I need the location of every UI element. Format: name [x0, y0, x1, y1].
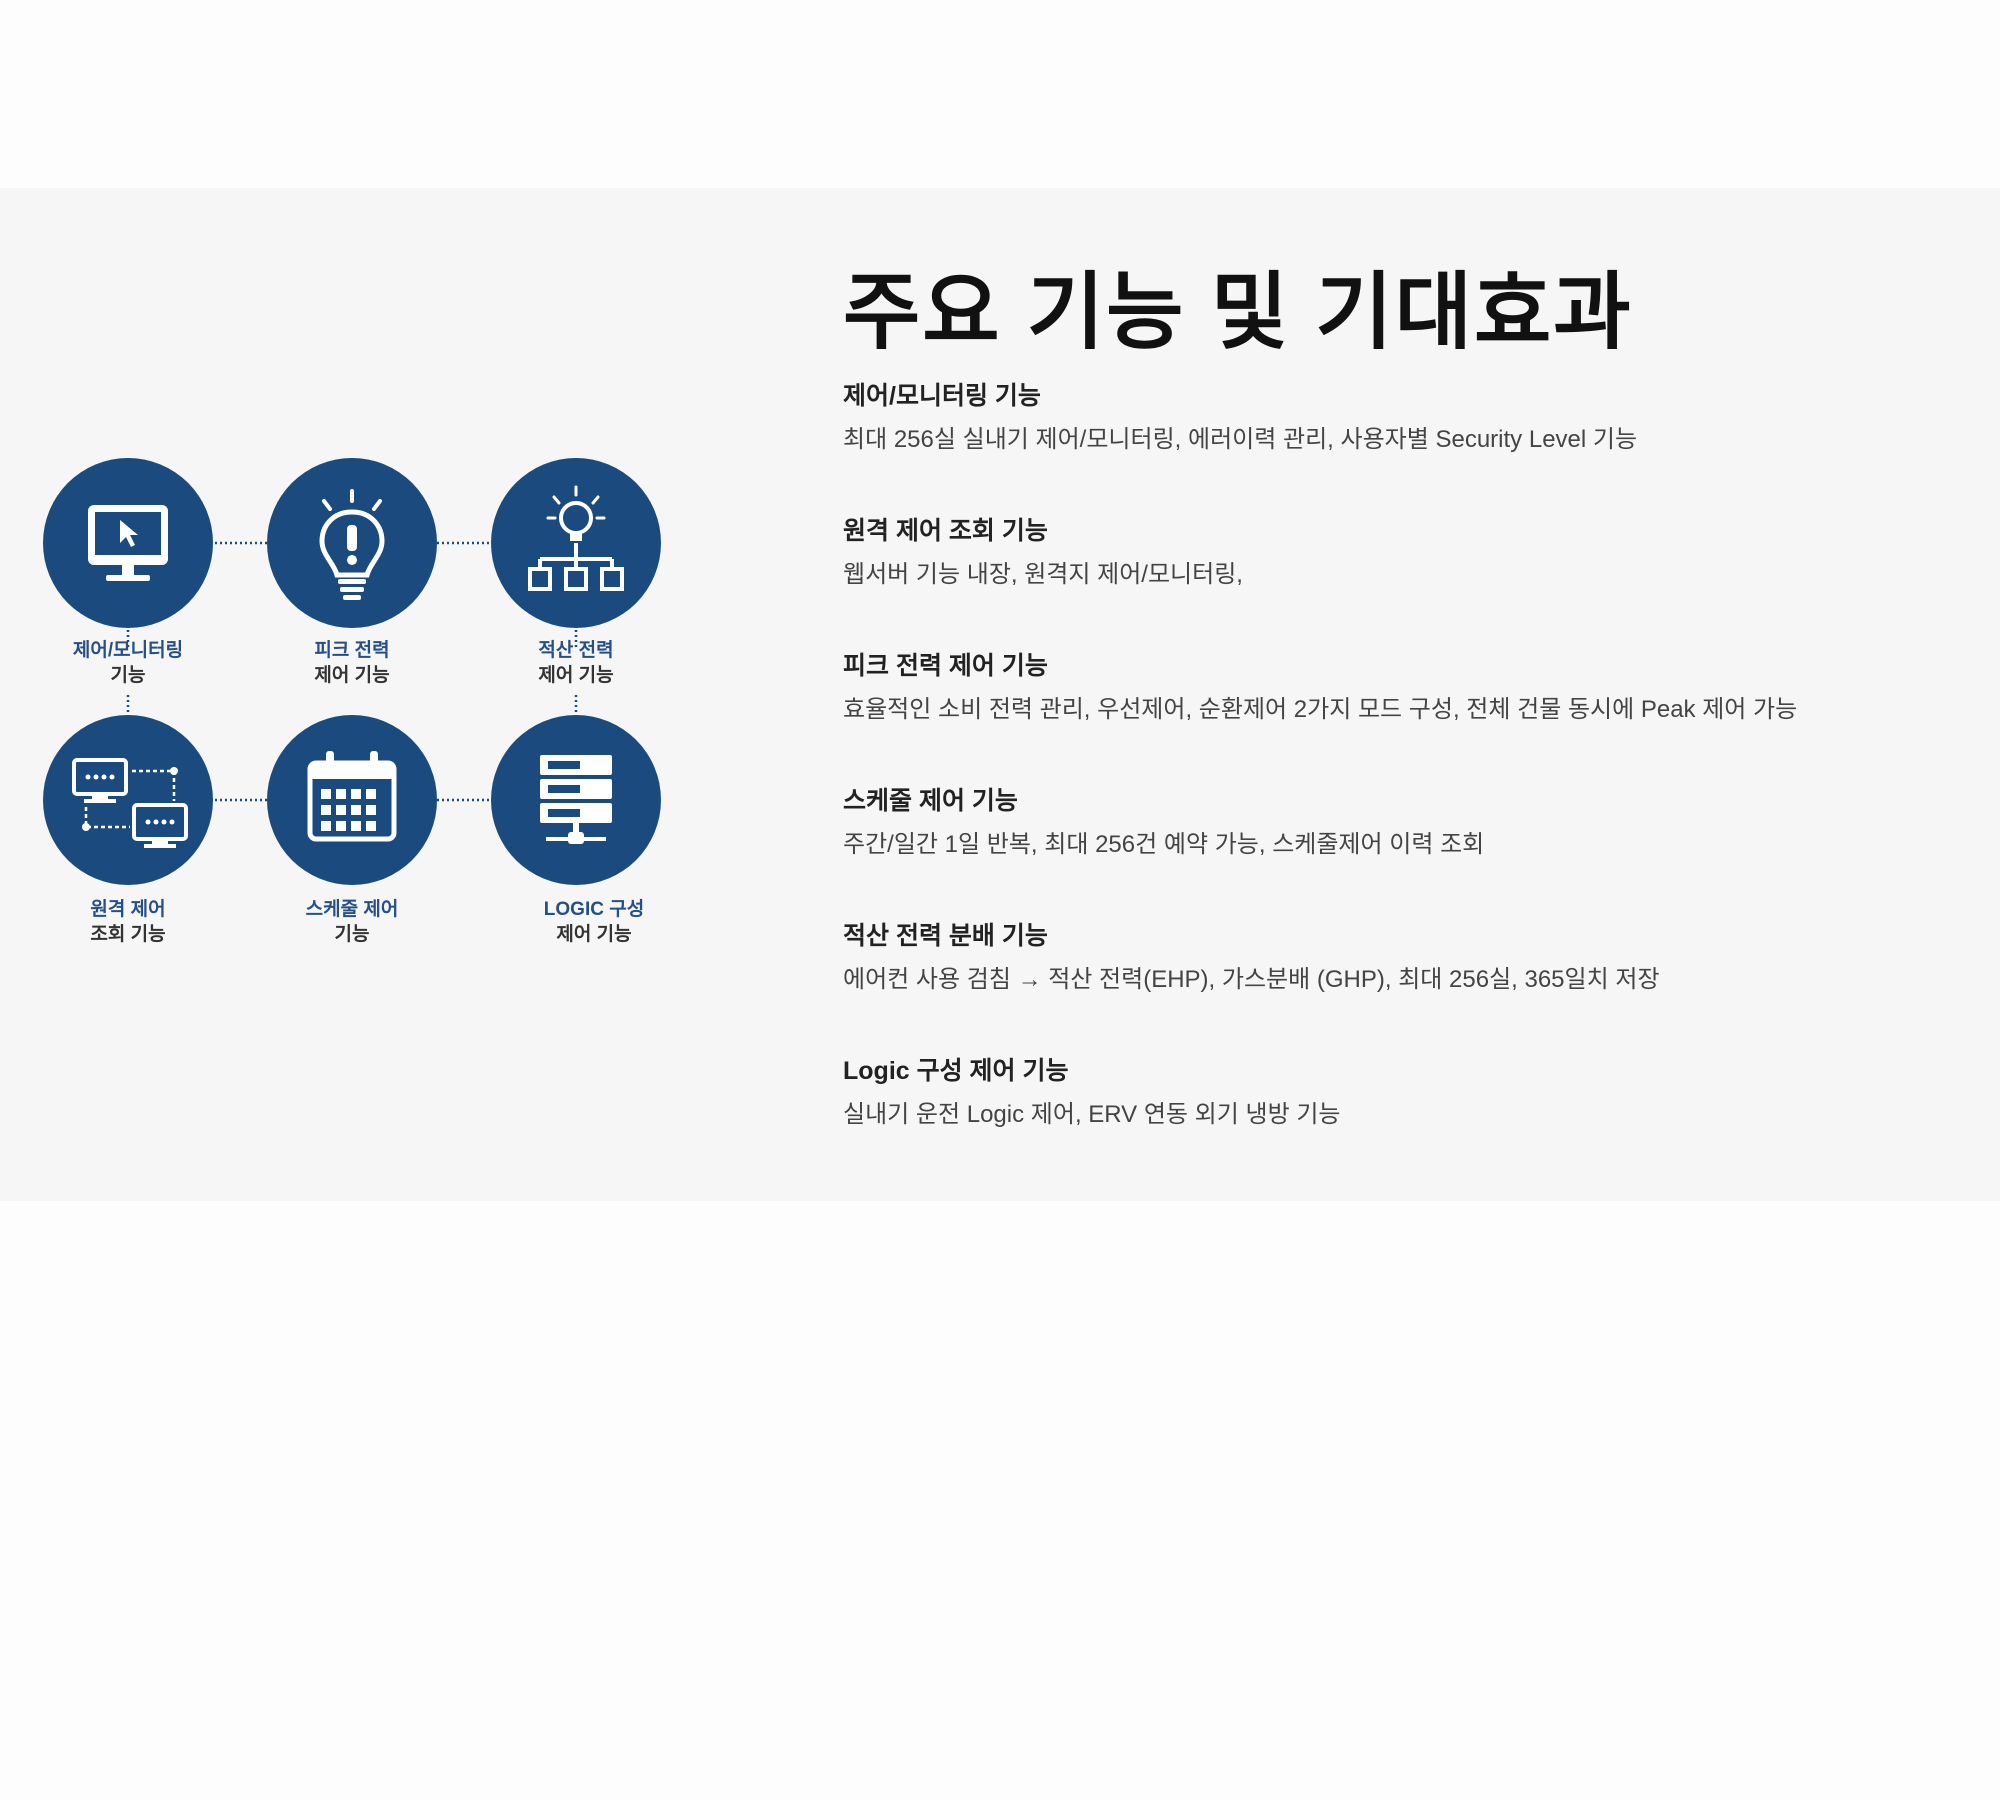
node-label-line2: 기능 [110, 665, 146, 686]
node-label-remote-control: 원격 제어 조회 기능 [28, 897, 228, 947]
remote-monitors-icon [43, 715, 213, 885]
feature-item: 피크 전력 제어 기능 효율적인 소비 전력 관리, 우선제어, 순환제어 2가… [843, 650, 1943, 785]
node-label-schedule: 스케줄 제어 기능 [252, 897, 452, 947]
node-label-line2: 제어 기능 [314, 665, 390, 686]
page-title: 주요 기능 및 기대효과 [843, 265, 1633, 359]
feature-desc: 에어컨 사용 검침 → 적산 전력(EHP), 가스분배 (GHP), 최대 2… [843, 966, 1660, 993]
node-label-line1: 원격 제어 [90, 899, 166, 920]
server-stack-icon [491, 715, 661, 885]
features-content: 주요 기능 및 기대효과 제어/모니터링 기능 최대 256실 실내기 제어/모… [843, 262, 1943, 1190]
feature-desc: 주간/일간 1일 반복, 최대 256건 예약 가능, 스케줄제어 이력 조회 [843, 831, 1485, 858]
feature-diagram: 제어/모니터링 기능 피크 전력 제어 기능 적산 전력 제어 기능 원격 제어… [40, 455, 670, 965]
node-label-line2: 기능 [334, 924, 370, 945]
node-label-line2: 제어 기능 [556, 924, 632, 945]
feature-item: 제어/모니터링 기능 최대 256실 실내기 제어/모니터링, 에러이력 관리,… [843, 380, 1943, 515]
node-label-logic: LOGIC 구성 제어 기능 [494, 897, 694, 947]
node-label-line1: LOGIC 구성 [543, 899, 645, 920]
feature-title: 원격 제어 조회 기능 [843, 517, 1048, 545]
feature-item: Logic 구성 제어 기능 실내기 운전 Logic 제어, ERV 연동 외… [843, 1055, 1943, 1190]
feature-item: 원격 제어 조회 기능 웹서버 기능 내장, 원격지 제어/모니터링, [843, 515, 1943, 650]
feature-item: 스케줄 제어 기능 주간/일간 1일 반복, 최대 256건 예약 가능, 스케… [843, 785, 1943, 920]
node-label-line2: 제어 기능 [538, 665, 614, 686]
node-label-line2: 조회 기능 [90, 924, 166, 945]
node-label-line1: 스케줄 제어 [305, 899, 399, 920]
node-label-monitoring: 제어/모니터링 기능 [28, 638, 228, 688]
lightbulb-alert-icon [267, 458, 437, 628]
feature-title: 제어/모니터링 기능 [843, 382, 1041, 410]
feature-desc: 웹서버 기능 내장, 원격지 제어/모니터링, [843, 561, 1243, 588]
diagram-graphic [43, 458, 661, 885]
node-label-line1: 적산 전력 [538, 640, 614, 661]
feature-desc: 효율적인 소비 전력 관리, 우선제어, 순환제어 2가지 모드 구성, 전체 … [843, 696, 1798, 723]
feature-desc: 실내기 운전 Logic 제어, ERV 연동 외기 냉방 기능 [843, 1101, 1341, 1128]
feature-title: 피크 전력 제어 기능 [843, 652, 1048, 680]
feature-item: 적산 전력 분배 기능 에어컨 사용 검침 → 적산 전력(EHP), 가스분배… [843, 920, 1943, 1055]
feature-title: Logic 구성 제어 기능 [843, 1057, 1069, 1085]
node-label-integrated-power: 적산 전력 제어 기능 [476, 638, 676, 688]
lightbulb-hierarchy-icon [491, 458, 661, 628]
calendar-icon [267, 715, 437, 885]
feature-desc: 최대 256실 실내기 제어/모니터링, 에러이력 관리, 사용자별 Secur… [843, 426, 1638, 453]
node-label-peak-power: 피크 전력 제어 기능 [252, 638, 452, 688]
node-label-line1: 제어/모니터링 [72, 640, 184, 661]
feature-title: 스케줄 제어 기능 [843, 787, 1018, 815]
feature-title: 적산 전력 분배 기능 [843, 922, 1048, 950]
node-label-line1: 피크 전력 [314, 640, 390, 661]
monitor-cursor-icon [43, 458, 213, 628]
